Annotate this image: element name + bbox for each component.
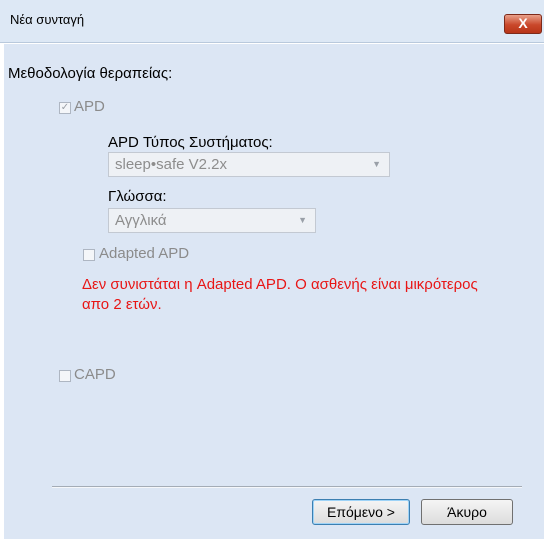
language-label: Γλώσσα: [108,188,167,205]
apd-checkbox-label: APD [74,98,105,115]
adapted-apd-warning-line2: απο 2 ετών. [82,296,162,313]
adapted-apd-checkbox[interactable] [83,249,95,261]
apd-checkbox[interactable]: ✓ [59,102,71,114]
adapted-apd-label: Adapted APD [99,245,190,262]
capd-checkbox[interactable] [59,370,71,382]
chevron-down-icon: ▼ [372,159,381,169]
capd-label: CAPD [74,366,116,383]
chevron-down-icon: ▼ [298,215,307,225]
close-button[interactable]: X [504,14,542,34]
therapy-methodology-label: Μεθοδολογία θεραπείας: [8,65,173,82]
close-icon: X [518,15,528,31]
title-bar: Νέα συνταγή X [0,0,544,43]
divider [52,486,522,488]
language-dropdown[interactable]: Αγγλικά ▼ [108,208,316,233]
checkmark-icon: ✓ [60,102,70,113]
window-title: Νέα συνταγή [10,12,85,27]
apd-system-type-dropdown[interactable]: sleep•safe V2.2x ▼ [108,152,390,177]
adapted-apd-warning-line1: Δεν συνιστάται η Adapted APD. Ο ασθενής … [82,276,478,293]
next-button[interactable]: Επόμενο > [312,499,410,525]
cancel-button[interactable]: Άκυρο [421,499,513,525]
apd-system-type-value: sleep•safe V2.2x [115,156,227,173]
apd-system-type-label: APD Τύπος Συστήματος: [108,134,273,151]
language-value: Αγγλικά [115,212,167,229]
dialog-body: Μεθοδολογία θεραπείας: ✓ APD APD Τύπος Σ… [4,44,544,539]
